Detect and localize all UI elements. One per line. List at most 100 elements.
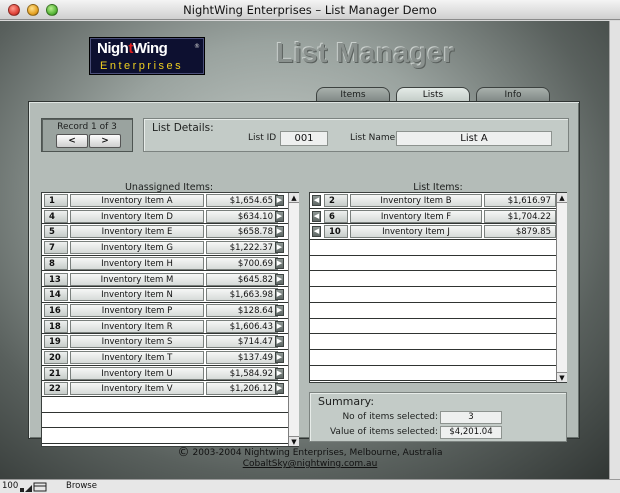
item-price: $634.10: [206, 209, 278, 223]
right-arrow-icon[interactable]: ▶: [275, 273, 284, 285]
right-arrow-icon[interactable]: ▶: [275, 242, 284, 254]
value-selected-label: Value of items selected:: [329, 427, 438, 437]
item-price: $714.47: [206, 335, 278, 349]
list-details-heading: List Details:: [152, 122, 214, 134]
copyright-text: 2003-2004 Nightwing Enterprises, Melbour…: [192, 448, 443, 458]
item-name: Inventory Item S: [70, 335, 204, 349]
company-logo: NightWing ® Enterprises: [89, 37, 205, 75]
list-row[interactable]: 5 Inventory Item E $658.78 ▶: [42, 224, 288, 241]
left-arrow-icon[interactable]: ◀: [312, 195, 321, 206]
right-arrow-icon[interactable]: ▶: [275, 257, 284, 269]
item-price: $658.78: [206, 225, 278, 239]
list-row[interactable]: 19 Inventory Item S $714.47 ▶: [42, 334, 288, 350]
item-number: 18: [44, 319, 68, 333]
item-price: $128.64: [206, 303, 278, 317]
right-arrow-icon[interactable]: ▶: [275, 210, 284, 222]
list-row[interactable]: 7 Inventory Item G $1,222.37 ▶: [42, 240, 288, 256]
tab-items[interactable]: Items: [316, 87, 390, 102]
list-items-list[interactable]: ◀ 10 Inventory Item J $879.85 ◀ 6 Inventory It…: [309, 192, 567, 383]
list-id-label: List ID: [248, 133, 277, 143]
right-arrow-icon[interactable]: ▶: [275, 289, 284, 301]
item-number: 2: [324, 194, 348, 207]
list-items-scrollbar[interactable]: ▲ ▼: [556, 193, 567, 382]
previous-record-button[interactable]: <: [56, 134, 88, 148]
item-name: Inventory Item B: [350, 194, 482, 207]
window-scrollbar[interactable]: [609, 21, 620, 479]
list-row: [310, 287, 556, 303]
item-name: Inventory Item H: [70, 256, 204, 270]
list-row[interactable]: 1 Inventory Item A $1,654.65 ▶: [42, 193, 288, 209]
contact-email-link[interactable]: CobaltSky@nightwing.com.au: [0, 459, 620, 469]
list-row: [310, 256, 556, 272]
item-number: 6: [324, 209, 348, 223]
item-name: Inventory Item D: [70, 209, 204, 223]
scroll-down-icon[interactable]: ▼: [557, 372, 567, 382]
list-row[interactable]: 22 Inventory Item V $1,206.12 ▶: [42, 381, 288, 398]
list-row[interactable]: ◀ 6 Inventory Item F $1,704.22: [310, 209, 556, 225]
item-price: $1,663.98: [206, 288, 278, 302]
list-row[interactable]: 21 Inventory Item U $1,584.92 ▶: [42, 366, 288, 382]
item-name: Inventory Item M: [70, 272, 204, 286]
list-row[interactable]: ◀ 2 Inventory Item B $1,616.97: [310, 193, 556, 209]
list-row: [310, 334, 556, 350]
list-row[interactable]: 13 Inventory Item M $645.82 ▶: [42, 272, 288, 288]
left-arrow-icon[interactable]: ◀: [312, 226, 321, 238]
window-title: NightWing Enterprises – List Manager Dem…: [183, 3, 437, 17]
item-number: 5: [44, 225, 68, 239]
right-arrow-icon[interactable]: ▶: [275, 352, 284, 363]
item-name: Inventory Item E: [70, 225, 204, 239]
list-row[interactable]: 16 Inventory Item P $128.64 ▶: [42, 303, 288, 319]
item-number: 1: [44, 194, 68, 207]
right-arrow-icon[interactable]: ▶: [275, 304, 284, 316]
list-name-field[interactable]: List A: [396, 131, 552, 146]
mode-indicator: Browse: [66, 481, 97, 491]
list-row[interactable]: 20 Inventory Item T $137.49 ▶: [42, 350, 288, 366]
item-number: 22: [44, 382, 68, 396]
item-number: 19: [44, 335, 68, 349]
scroll-up-icon[interactable]: ▲: [557, 193, 567, 203]
item-name: Inventory Item F: [350, 209, 482, 223]
right-arrow-icon[interactable]: ▶: [275, 195, 284, 206]
tab-lists[interactable]: Lists: [396, 87, 470, 102]
tab-info[interactable]: Info: [476, 87, 550, 102]
app-title: List Manager: [276, 37, 455, 68]
status-toolbar-icons[interactable]: [20, 482, 60, 492]
list-row: [42, 429, 288, 445]
list-row: [42, 397, 288, 413]
item-name: Inventory Item N: [70, 288, 204, 302]
summary-heading: Summary:: [318, 395, 375, 408]
right-arrow-icon[interactable]: ▶: [275, 383, 284, 395]
right-arrow-icon[interactable]: ▶: [275, 320, 284, 332]
item-name: Inventory Item U: [70, 366, 204, 380]
unassigned-items-list[interactable]: 22 Inventory Item V $1,206.12 ▶ 21 Inventory …: [41, 192, 299, 447]
scroll-up-icon[interactable]: ▲: [289, 193, 299, 203]
item-price: $879.85: [484, 225, 556, 239]
item-name: Inventory Item J: [350, 225, 482, 239]
right-arrow-icon[interactable]: ▶: [275, 336, 284, 348]
item-price: $1,584.92: [206, 366, 278, 380]
right-arrow-icon[interactable]: ▶: [275, 226, 284, 238]
list-row[interactable]: 14 Inventory Item N $1,663.98 ▶: [42, 287, 288, 303]
list-row[interactable]: 4 Inventory Item D $634.10 ▶: [42, 209, 288, 225]
item-number: 10: [324, 225, 348, 239]
copyright-line: © 2003-2004 Nightwing Enterprises, Melbou…: [0, 445, 620, 459]
zoom-level[interactable]: 100: [2, 481, 18, 491]
list-row: [310, 319, 556, 335]
item-price: $1,206.12: [206, 382, 278, 396]
item-number: 20: [44, 351, 68, 364]
zoom-out-icon: [20, 488, 24, 492]
list-row[interactable]: 8 Inventory Item H $700.69 ▶: [42, 256, 288, 272]
next-record-button[interactable]: >: [89, 134, 121, 148]
unassigned-list-scrollbar[interactable]: ▲ ▼: [288, 193, 299, 446]
item-price: $1,704.22: [484, 209, 556, 223]
item-name: Inventory Item G: [70, 241, 204, 255]
left-arrow-icon[interactable]: ◀: [312, 210, 321, 222]
list-row[interactable]: ◀ 10 Inventory Item J $879.85: [310, 224, 556, 241]
list-details-box: List Details: List ID 001 List Name List…: [143, 118, 569, 152]
list-id-field[interactable]: 001: [280, 131, 328, 146]
copyright-icon: ©: [177, 445, 190, 459]
right-arrow-icon[interactable]: ▶: [275, 367, 284, 379]
list-row[interactable]: 18 Inventory Item R $1,606.43 ▶: [42, 319, 288, 335]
item-name: Inventory Item T: [70, 351, 204, 364]
zoom-in-icon: [25, 485, 32, 492]
